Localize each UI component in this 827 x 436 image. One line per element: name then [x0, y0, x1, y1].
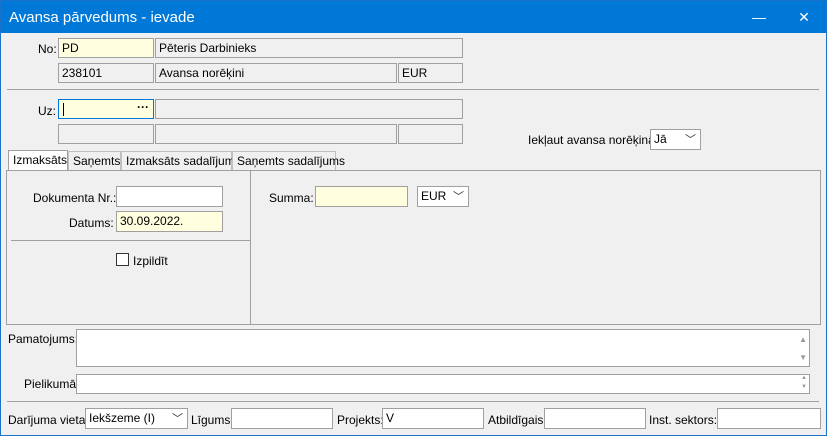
sector-input[interactable] — [717, 408, 821, 429]
uz-account-code-field — [58, 124, 154, 144]
pamatojums-label: Pamatojums: — [8, 332, 79, 346]
minimize-button[interactable]: — — [737, 1, 781, 33]
uz-name-field — [155, 99, 463, 119]
scroll-up-icon[interactable]: ▲ — [801, 375, 807, 381]
no-name-field: Pēteris Darbinieks — [155, 38, 463, 58]
date-label: Datums: — [69, 216, 114, 230]
contract-input[interactable] — [231, 408, 333, 429]
place-select-value: Iekšzeme (I) — [89, 411, 156, 425]
executed-checkbox[interactable] — [116, 253, 129, 266]
ellipsis-icon[interactable]: ··· — [137, 100, 149, 114]
pielikuma-input[interactable] — [76, 374, 810, 394]
tab-sanemts[interactable]: Saņemts — [68, 151, 121, 170]
dialog-window: Avansa pārvedums - ievade — ✕ No: PD Pēt… — [0, 0, 827, 436]
project-input[interactable]: V — [382, 408, 484, 429]
close-button[interactable]: ✕ — [782, 1, 826, 33]
sum-currency-select[interactable]: EUR ﹀ — [417, 186, 469, 207]
doc-nr-input[interactable] — [116, 186, 223, 207]
doc-nr-label: Dokumenta Nr.: — [33, 191, 117, 205]
tab-sanemts-sadalijums[interactable]: Saņemts sadalījums — [232, 151, 345, 170]
pielikuma-label: Pielikumā: — [24, 377, 80, 391]
executed-label: Izpildīt — [133, 254, 168, 268]
chevron-down-icon: ﹀ — [453, 191, 464, 203]
date-input[interactable]: 30.09.2022. — [116, 211, 223, 232]
contract-label: Līgums: — [191, 413, 234, 427]
include-label: Iekļaut avansa norēķinā — [528, 133, 655, 147]
panel-separator — [11, 240, 250, 241]
sector-label: Inst. sektors: — [649, 413, 718, 427]
pamatojums-textarea[interactable] — [76, 329, 810, 367]
panel-divider — [250, 171, 251, 324]
responsible-label: Atbildīgais: — [488, 413, 547, 427]
sum-label: Summa: — [269, 191, 314, 205]
footer-separator — [7, 401, 819, 402]
separator — [7, 89, 819, 90]
responsible-input[interactable] — [544, 408, 646, 429]
sum-currency-value: EUR — [421, 189, 447, 203]
uz-label: Uz: — [38, 104, 56, 118]
no-code-field[interactable]: PD — [58, 38, 154, 58]
uz-code-input[interactable]: ··· — [58, 99, 154, 119]
no-label: No: — [38, 42, 57, 56]
chevron-down-icon: ﹀ — [685, 134, 696, 146]
include-select-value: Jā — [654, 132, 667, 146]
uz-currency-field — [398, 124, 463, 144]
chevron-down-icon: ﹀ — [172, 413, 183, 425]
place-label: Darījuma vieta: — [8, 413, 89, 427]
scroll-up-icon[interactable]: ▲ — [799, 335, 807, 344]
account-name-field: Avansa norēķini — [155, 63, 397, 83]
tab-panel: Dokumenta Nr.: Datums: 30.09.2022. Izpil… — [6, 170, 821, 325]
scroll-down-icon[interactable]: ▼ — [801, 384, 807, 390]
place-select[interactable]: Iekšzeme (I) ﹀ — [85, 408, 188, 429]
scroll-down-icon[interactable]: ▼ — [799, 353, 807, 362]
window-title: Avansa pārvedums - ievade — [9, 9, 195, 26]
title-bar: Avansa pārvedums - ievade — ✕ — [1, 1, 826, 33]
project-label: Projekts: — [337, 413, 384, 427]
account-code-field: 238101 — [58, 63, 154, 83]
currency-field: EUR — [398, 63, 463, 83]
tab-izmaksats-sadalijums[interactable]: Izmaksāts sadalījums — [121, 151, 241, 170]
sum-input[interactable] — [315, 186, 408, 207]
uz-account-name-field — [155, 124, 397, 144]
tab-izmaksats[interactable]: Izmaksāts — [8, 150, 68, 171]
include-select[interactable]: Jā ﹀ — [650, 129, 701, 150]
text-cursor — [63, 103, 64, 116]
